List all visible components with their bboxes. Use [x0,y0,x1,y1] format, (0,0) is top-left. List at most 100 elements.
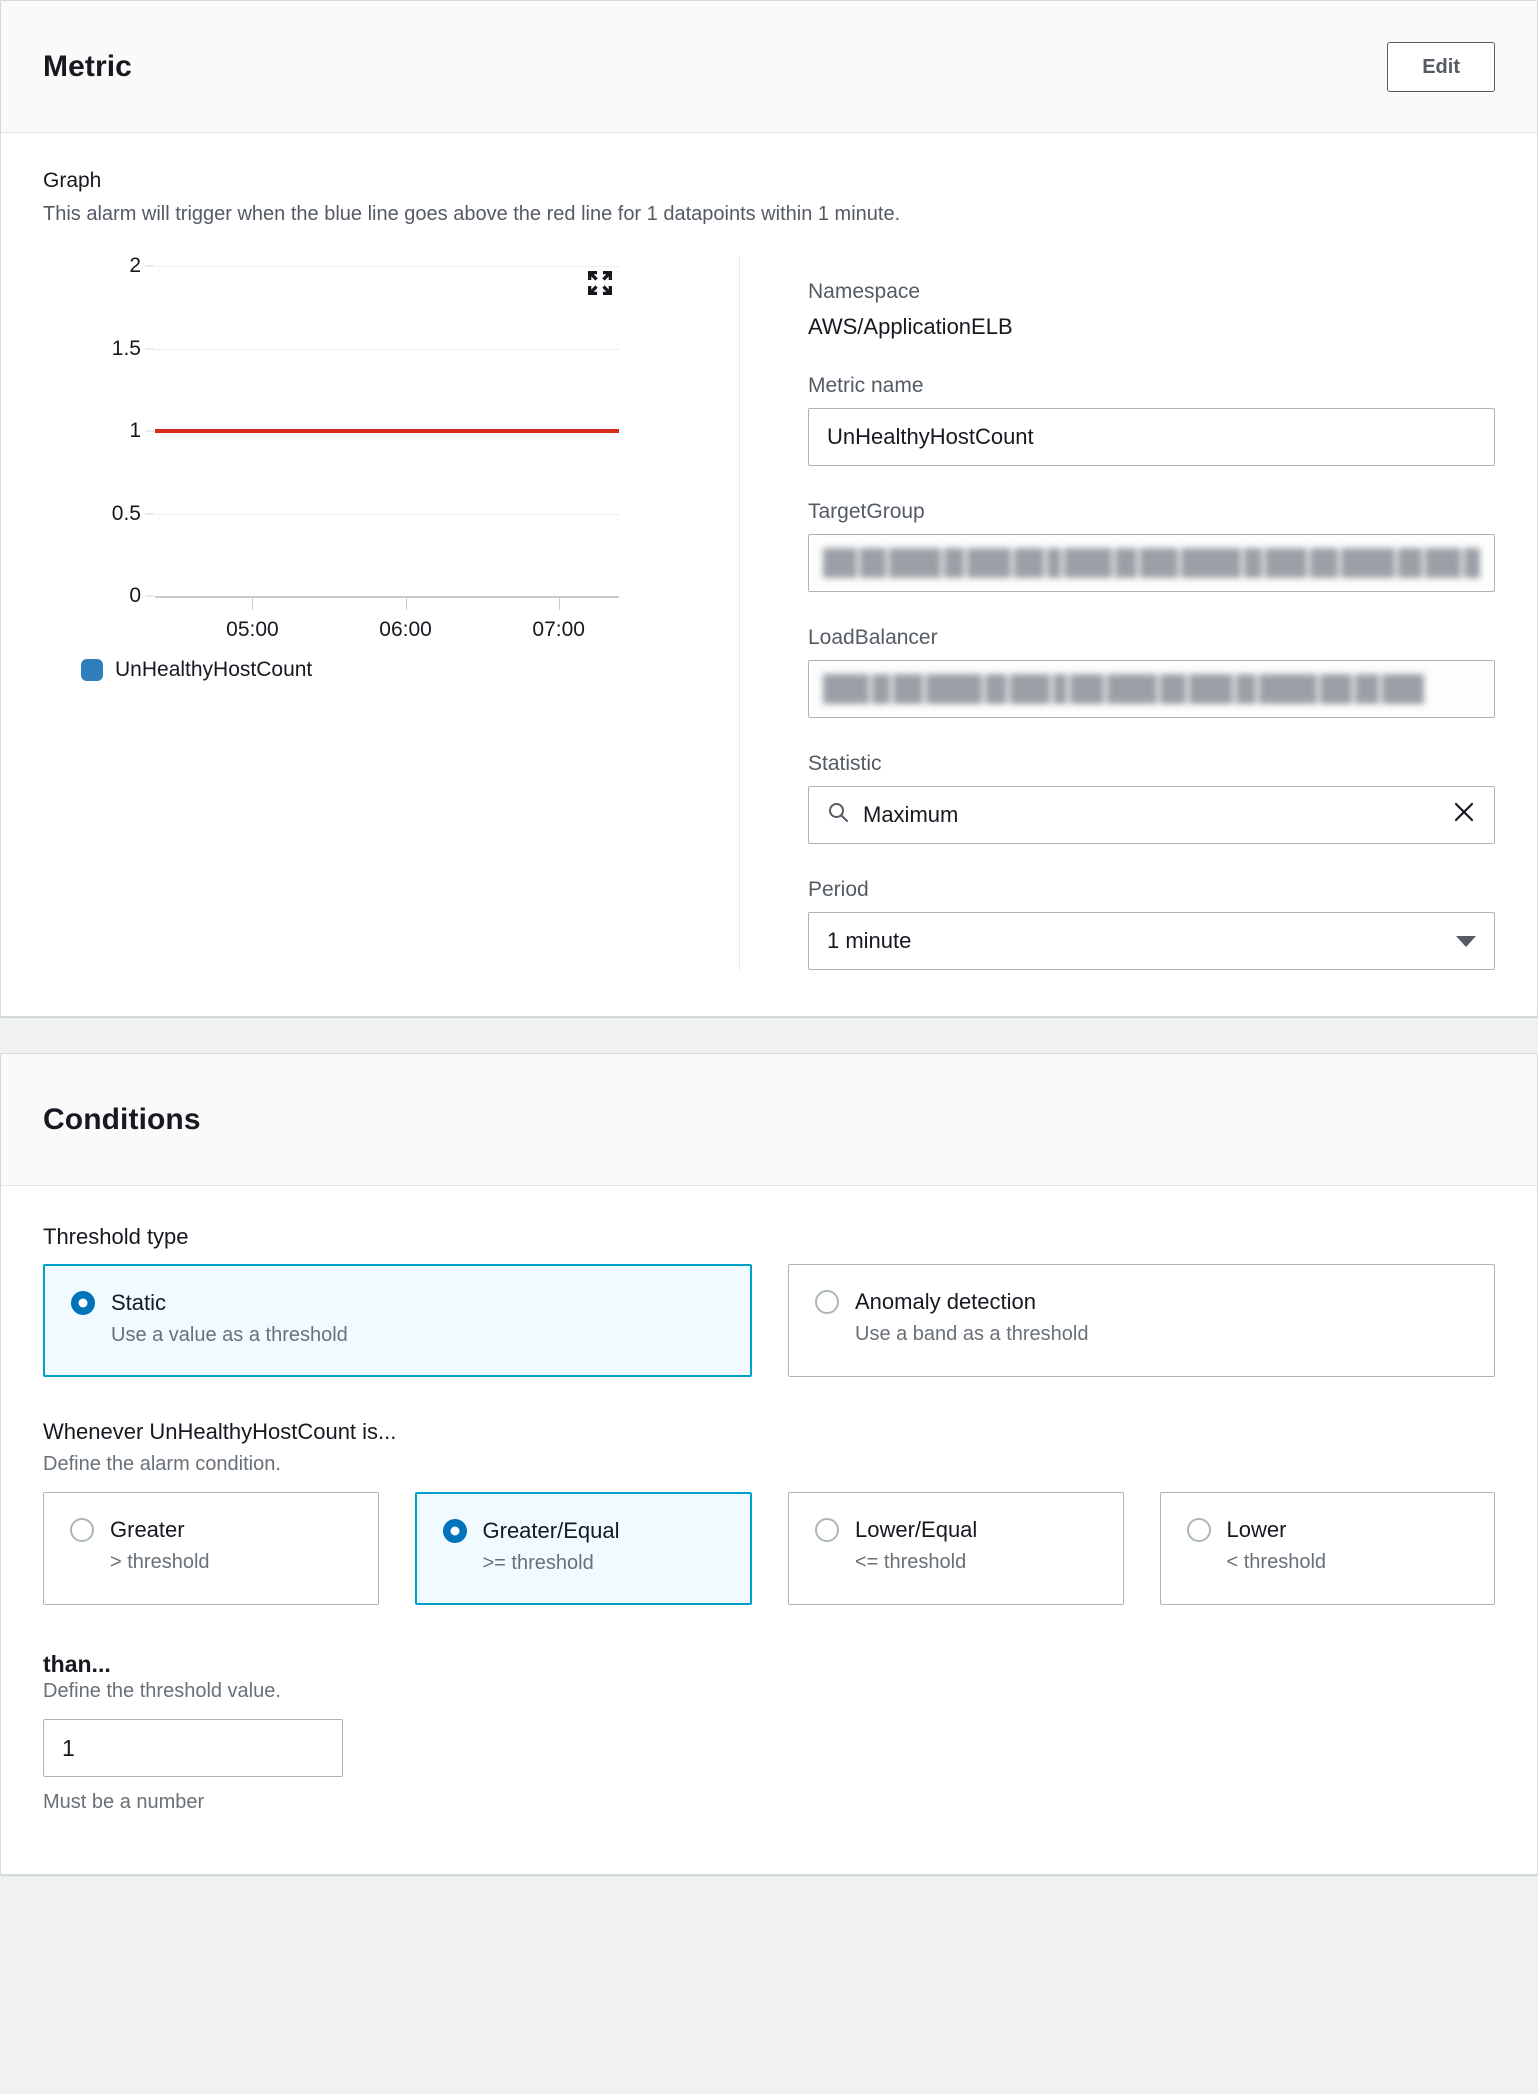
x-tick-mark [252,596,254,610]
y-tick-label: 1.5 [111,336,141,360]
whenever-sublabel: Define the alarm condition. [43,1453,281,1475]
redacted-value [823,674,1480,704]
option-header: Lower/Equal [815,1517,1097,1543]
radio-icon[interactable] [442,1519,467,1543]
x-tick-label: 07:00 [532,618,585,641]
operator-option-greater[interactable]: Greater > threshold [43,1492,379,1605]
option-header: Static [71,1290,724,1316]
conditions-body: Threshold type Static Use a value as a t… [1,1186,1537,1874]
metric-split: 2 1.5 1 0.5 0 05:00 06:00 07:00 UnHealth… [43,254,1495,970]
threshold-value-input[interactable] [43,1719,343,1777]
option-header: Greater [70,1517,352,1543]
radio-icon[interactable] [1186,1518,1211,1542]
operator-option-lower-equal[interactable]: Lower/Equal <= threshold [788,1492,1124,1605]
y-tick-mark [145,430,154,432]
panel-gap [0,1017,1538,1053]
legend-swatch-icon [81,659,103,681]
period-field: Period 1 minute [808,878,1495,970]
statistic-value: Maximum [863,802,959,827]
option-title: Greater/Equal [482,1518,620,1543]
metric-chart: 2 1.5 1 0.5 0 05:00 06:00 07:00 [43,254,709,646]
graph-description: This alarm will trigger when the blue li… [43,203,901,225]
graph-label: Graph [43,169,102,192]
threshold-type-options: Static Use a value as a threshold Anomal… [43,1264,1495,1377]
operator-option-lower[interactable]: Lower < threshold [1159,1492,1495,1605]
threshold-line [155,429,619,433]
y-tick-label: 1 [129,419,141,442]
threshold-type-option-static[interactable]: Static Use a value as a threshold [43,1264,752,1377]
x-tick-mark [558,596,560,610]
target-group-label: TargetGroup [808,500,925,523]
option-title: Lower [1226,1517,1287,1542]
period-value: 1 minute [827,928,912,953]
gridline-2 [155,266,619,267]
radio-icon[interactable] [71,1291,95,1315]
radio-icon[interactable] [815,1290,839,1314]
metric-name-label: Metric name [808,374,924,397]
option-title: Lower/Equal [855,1517,978,1542]
target-group-field: TargetGroup [808,500,1495,592]
option-header: Lower [1186,1517,1469,1543]
legend-label: UnHealthyHostCount [115,658,313,681]
statistic-label: Statistic [808,752,882,775]
than-sublabel: Define the threshold value. [43,1680,281,1702]
operator-option-greater-equal[interactable]: Greater/Equal >= threshold [414,1492,752,1605]
option-header: Anomaly detection [815,1289,1468,1315]
metric-name-input[interactable]: UnHealthyHostCount [808,408,1495,466]
x-tick-mark [405,596,407,610]
conditions-title: Conditions [43,1102,201,1136]
option-description: Use a value as a threshold [111,1324,348,1346]
radio-icon[interactable] [70,1518,94,1542]
option-description: < threshold [1226,1551,1327,1573]
operator-options: Greater > threshold Greater/Equal >= thr… [43,1492,1495,1605]
metric-panel-header: Metric Edit [1,1,1537,133]
option-description: Use a band as a threshold [855,1323,1089,1345]
conditions-panel: Conditions Threshold type Static Use a v… [0,1053,1538,1875]
edit-button[interactable]: Edit [1387,41,1495,92]
threshold-type-option-anomaly-detection[interactable]: Anomaly detection Use a band as a thresh… [788,1264,1495,1377]
y-tick-mark [145,513,154,514]
redacted-value [823,548,1480,578]
metric-details-column: Namespace AWS/ApplicationELB Metric name… [740,256,1495,970]
search-icon [827,801,849,829]
period-label: Period [808,878,869,901]
period-select[interactable]: 1 minute [808,912,1495,970]
load-balancer-input[interactable] [808,660,1495,718]
metric-panel-body: Graph This alarm will trigger when the b… [1,133,1537,1016]
conditions-panel-header: Conditions [1,1054,1537,1186]
whenever-label: Whenever UnHealthyHostCount is... [43,1419,397,1444]
option-title: Greater [110,1517,185,1542]
option-description: >= threshold [482,1552,594,1574]
gridline-1-5 [155,348,619,350]
chevron-down-icon[interactable] [1456,928,1476,954]
y-tick-mark [145,595,154,597]
alarm-configuration-page: Metric Edit Graph This alarm will trigge… [0,0,1538,1875]
page-title: Metric [43,49,132,83]
than-label: than... [43,1651,111,1677]
chart-column: 2 1.5 1 0.5 0 05:00 06:00 07:00 UnHealth… [43,254,739,970]
target-group-input[interactable] [808,534,1495,592]
metric-name-field: Metric name UnHealthyHostCount [808,374,1495,466]
namespace-field: Namespace AWS/ApplicationELB [808,280,1495,340]
threshold-hint: Must be a number [43,1791,205,1813]
statistic-input[interactable]: Maximum [808,786,1495,844]
y-tick-mark [145,265,154,267]
chart-plot-area: 2 1.5 1 0.5 0 05:00 06:00 07:00 [112,254,619,641]
y-tick-label: 0.5 [111,501,141,525]
option-description: <= threshold [855,1551,967,1573]
close-icon[interactable] [1452,800,1476,830]
option-title: Anomaly detection [855,1289,1036,1314]
load-balancer-field: LoadBalancer [808,626,1495,718]
load-balancer-label: LoadBalancer [808,626,938,649]
radio-icon[interactable] [815,1518,839,1542]
option-title: Static [111,1290,167,1315]
chart-legend: UnHealthyHostCount [81,658,709,682]
y-tick-label: 2 [129,254,141,277]
statistic-field: Statistic Maximum [808,752,1495,844]
namespace-value: AWS/ApplicationELB [808,314,1013,339]
threshold-type-label: Threshold type [43,1224,189,1249]
gridline-0-5 [155,513,619,515]
namespace-label: Namespace [808,280,921,303]
y-tick-label: 0 [129,584,141,607]
x-tick-label: 06:00 [379,618,432,641]
